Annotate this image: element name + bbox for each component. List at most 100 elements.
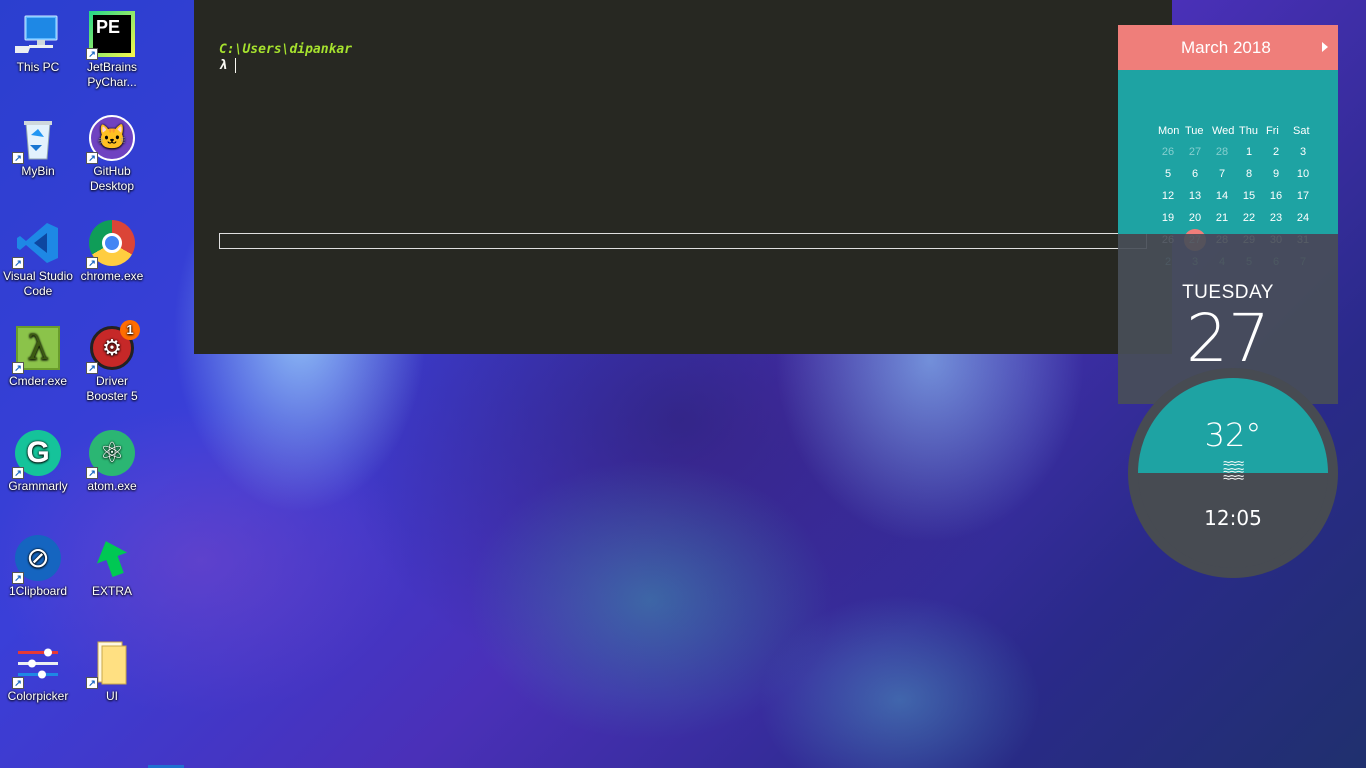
calendar-day[interactable]: 24 bbox=[1292, 207, 1314, 229]
calendar-day[interactable]: 19 bbox=[1157, 207, 1179, 229]
sliders-icon: ↗ bbox=[12, 639, 62, 689]
weekday-header: Tue bbox=[1185, 125, 1204, 137]
weekday-header: Fri bbox=[1266, 125, 1279, 137]
calendar-day[interactable]: 9 bbox=[1265, 163, 1287, 185]
desktop-icon-1clipboard[interactable]: ⊘ ↗ 1Clipboard bbox=[0, 534, 76, 599]
shortcut-arrow-icon: ↗ bbox=[86, 677, 98, 689]
day-number: 27 bbox=[1186, 300, 1270, 377]
github-icon: 🐱 ↗ bbox=[86, 114, 136, 164]
shortcut-arrow-icon: ↗ bbox=[86, 257, 98, 269]
calendar-day[interactable]: 28 bbox=[1211, 141, 1233, 163]
desktop-icon-label: Grammarly bbox=[8, 479, 68, 493]
pycharm-icon: PE ↗ bbox=[86, 10, 136, 60]
terminal-cursor bbox=[235, 58, 236, 73]
desktop-icon-label: Driver Booster 5 bbox=[86, 374, 138, 403]
desktop-icon-this-pc[interactable]: This PC bbox=[0, 10, 76, 75]
shortcut-arrow-icon: ↗ bbox=[86, 48, 98, 60]
weather-clock-widget: 32° ≈≈≈ ≈≈≈ ≈≈≈ 12:05 bbox=[1128, 368, 1338, 578]
weekday-header: Wed bbox=[1212, 125, 1235, 137]
desktop-icon-colorpicker[interactable]: ↗ Colorpicker bbox=[0, 639, 76, 704]
desktop-icon-label: Cmder.exe bbox=[8, 374, 68, 388]
calendar-day[interactable]: 2 bbox=[1265, 141, 1287, 163]
weekday-header: Mon bbox=[1158, 125, 1180, 137]
lambda-icon: λ ↗ bbox=[12, 324, 62, 374]
calendar-day[interactable]: 23 bbox=[1265, 207, 1287, 229]
desktop-icon-atom[interactable]: ⚛ ↗ atom.exe bbox=[74, 429, 150, 494]
desktop-icon-github-desktop[interactable]: 🐱 ↗ GitHub Desktop bbox=[74, 114, 150, 194]
recycle-bin-icon: ↗ bbox=[12, 114, 62, 164]
folder-icon: ↗ bbox=[86, 639, 136, 689]
desktop-icon-driver-booster[interactable]: ⚙ 1 ↗ Driver Booster 5 bbox=[74, 320, 150, 404]
terminal-prompt: λ bbox=[219, 58, 227, 73]
shortcut-arrow-icon: ↗ bbox=[12, 257, 24, 269]
shortcut-arrow-icon: ↗ bbox=[86, 152, 98, 164]
calendar-day[interactable]: 27 bbox=[1184, 141, 1206, 163]
calendar-day[interactable]: 8 bbox=[1238, 163, 1260, 185]
calendar-day[interactable]: 14 bbox=[1211, 185, 1233, 207]
calendar-grid: Mon Tue Wed Thu Fri Sat 26 27 28 1 2 3 5 6 7 8 9 10 12 13 14… bbox=[1118, 70, 1338, 268]
monitor-icon bbox=[14, 10, 62, 58]
next-month-icon[interactable] bbox=[1322, 42, 1328, 52]
weekday-header: Sat bbox=[1293, 125, 1310, 137]
arrow-up-icon bbox=[88, 534, 136, 582]
pycharm-logo-text: PE bbox=[93, 15, 131, 53]
shortcut-arrow-icon: ↗ bbox=[12, 152, 24, 164]
paperclip-icon: ⊘ ↗ bbox=[12, 534, 62, 584]
shortcut-arrow-icon: ↗ bbox=[86, 467, 98, 479]
desktop-icon-ui-folder[interactable]: ↗ UI bbox=[74, 639, 150, 704]
calendar-day[interactable]: 10 bbox=[1292, 163, 1314, 185]
desktop-icon-label: This PC bbox=[16, 60, 60, 74]
desktop-icon-vscode[interactable]: ↗ Visual Studio Code bbox=[0, 219, 76, 299]
calendar-day[interactable]: 6 bbox=[1184, 163, 1206, 185]
calendar-day[interactable]: 17 bbox=[1292, 185, 1314, 207]
calendar-header: March 2018 bbox=[1118, 25, 1338, 70]
calendar-day[interactable]: 13 bbox=[1184, 185, 1206, 207]
weekday-header: Thu bbox=[1239, 125, 1258, 137]
vscode-icon: ↗ bbox=[12, 219, 62, 269]
calendar-day[interactable]: 3 bbox=[1292, 141, 1314, 163]
notification-badge: 1 bbox=[120, 320, 140, 340]
desktop-icon-label: atom.exe bbox=[87, 479, 137, 493]
desktop-icon-label: 1Clipboard bbox=[8, 584, 68, 598]
calendar-day[interactable]: 15 bbox=[1238, 185, 1260, 207]
chrome-icon: ↗ bbox=[86, 219, 136, 269]
calendar-month-title: March 2018 bbox=[1181, 38, 1271, 57]
shortcut-arrow-icon: ↗ bbox=[12, 572, 24, 584]
cmder-terminal-window[interactable]: C:\Users\dipankar λ bbox=[194, 0, 1172, 354]
desktop-icon-label: JetBrains PyChar... bbox=[86, 60, 138, 89]
calendar-day[interactable]: 22 bbox=[1238, 207, 1260, 229]
desktop-icon-label: chrome.exe bbox=[80, 269, 144, 283]
desktop-icon-extra[interactable]: EXTRA bbox=[74, 534, 150, 599]
desktop-icon-chrome[interactable]: ↗ chrome.exe bbox=[74, 219, 150, 284]
desktop-icon-label: GitHub Desktop bbox=[89, 164, 135, 193]
calendar-day[interactable]: 12 bbox=[1157, 185, 1179, 207]
desktop-icon-label: Colorpicker bbox=[7, 689, 69, 703]
shortcut-arrow-icon: ↗ bbox=[86, 362, 98, 374]
calendar-day[interactable]: 5 bbox=[1157, 163, 1179, 185]
atom-icon: ⚛ ↗ bbox=[86, 429, 136, 479]
driver-booster-icon: ⚙ 1 ↗ bbox=[86, 320, 140, 374]
grammarly-icon: G ↗ bbox=[12, 429, 62, 479]
calendar-day[interactable]: 1 bbox=[1238, 141, 1260, 163]
weather-dial: 32° ≈≈≈ ≈≈≈ ≈≈≈ 12:05 bbox=[1138, 378, 1328, 568]
desktop-icon-grammarly[interactable]: G ↗ Grammarly bbox=[0, 429, 76, 494]
temperature: 32° bbox=[1204, 416, 1262, 454]
calendar-day[interactable]: 21 bbox=[1211, 207, 1233, 229]
desktop-icon-label: UI bbox=[106, 689, 118, 703]
desktop-icon-label: EXTRA bbox=[91, 584, 132, 598]
desktop-icon-label: MyBin bbox=[21, 164, 55, 178]
desktop-icon-pycharm[interactable]: PE ↗ JetBrains PyChar... bbox=[74, 10, 150, 90]
calendar-widget: March 2018 Mon Tue Wed Thu Fri Sat 26 27 28 1 2 3 5 6… bbox=[1118, 25, 1338, 404]
calendar-day[interactable]: 26 bbox=[1157, 141, 1179, 163]
shortcut-arrow-icon: ↗ bbox=[12, 467, 24, 479]
shortcut-arrow-icon: ↗ bbox=[12, 677, 24, 689]
haze-icon: ≈≈≈ ≈≈≈ ≈≈≈ bbox=[1222, 455, 1244, 485]
calendar-day[interactable]: 20 bbox=[1184, 207, 1206, 229]
calendar-day[interactable]: 16 bbox=[1265, 185, 1287, 207]
terminal-search-input[interactable] bbox=[219, 233, 1147, 249]
calendar-day[interactable]: 7 bbox=[1211, 163, 1233, 185]
desktop-icon-label: Visual Studio Code bbox=[3, 269, 73, 298]
terminal-path: C:\Users\dipankar bbox=[219, 42, 353, 57]
desktop-icon-mybin[interactable]: ↗ MyBin bbox=[0, 114, 76, 179]
desktop-icon-cmder[interactable]: λ ↗ Cmder.exe bbox=[0, 324, 76, 389]
